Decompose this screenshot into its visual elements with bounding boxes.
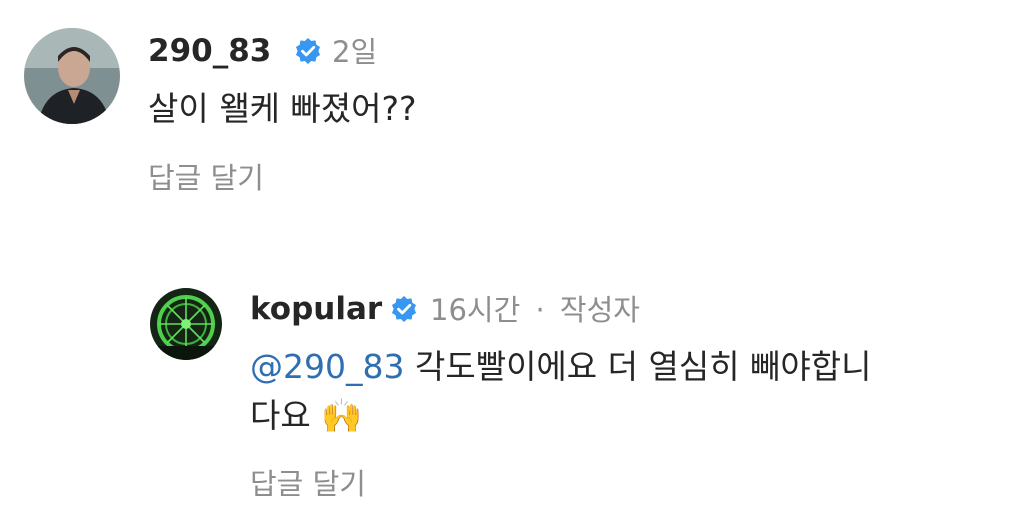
comment: 290_83 2일 살이 왤케 빠졌어?? 답글 달기 [0, 0, 1024, 230]
comment-username[interactable]: 290_83 [148, 32, 271, 70]
reply-username[interactable]: kopular [250, 290, 382, 328]
reply-text-continued: 다요 [250, 396, 311, 435]
reply-button[interactable]: 답글 달기 [250, 466, 366, 502]
avatar[interactable] [24, 28, 120, 124]
reply-button[interactable]: 답글 달기 [148, 160, 264, 196]
reply-text-line-2: 다요 🙌 [250, 394, 362, 438]
verified-badge-icon [296, 38, 320, 64]
reply-text-line-1: @290_83 각도빨이에요 더 열심히 빼야합니 [250, 346, 872, 388]
reply-meta: 16시간 · 작성자 [430, 292, 640, 328]
reply-time: 16시간 [430, 293, 521, 327]
author-label: 작성자 [559, 293, 640, 327]
verified-badge-icon [392, 296, 416, 322]
avatar[interactable] [150, 288, 222, 360]
raising-hands-emoji: 🙌 [321, 396, 363, 435]
comment-time: 2일 [332, 35, 378, 69]
reply-comment: kopular 16시간 · 작성자 @290_83 각도빨이에요 더 열심히 … [0, 270, 1024, 520]
comment-text: 살이 왤케 빠졌어?? [148, 89, 417, 128]
reply-text: 각도빨이에요 더 열심히 빼야합니 [414, 347, 872, 386]
mention-link[interactable]: @290_83 [250, 347, 404, 386]
meta-separator: · [535, 293, 545, 327]
